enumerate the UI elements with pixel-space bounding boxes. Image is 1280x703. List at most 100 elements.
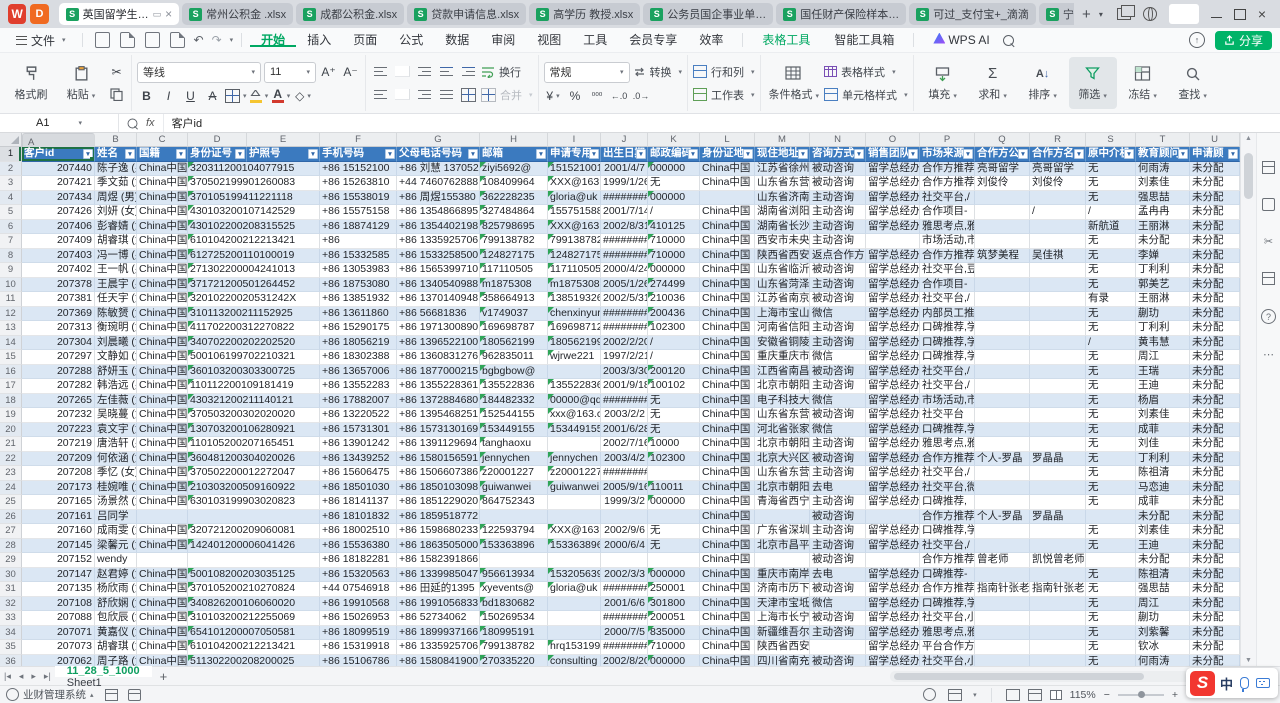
cell[interactable] [975, 640, 1030, 655]
cell[interactable]: 511302200208200025 [188, 655, 320, 667]
cell[interactable]: 四川省南充 [755, 655, 810, 667]
cell[interactable]: 000000 [648, 655, 700, 667]
cell[interactable]: 207304 [22, 336, 95, 351]
cell[interactable]: 主动咨询 [810, 495, 866, 510]
cell[interactable]: 孟冉冉 [1136, 205, 1190, 220]
cell[interactable]: 无 [648, 524, 700, 539]
bold-icon[interactable]: B [137, 88, 156, 105]
row-number[interactable]: 12 [0, 307, 22, 322]
cell[interactable]: +86 1598680233 [397, 524, 480, 539]
cell[interactable]: 无 [1086, 495, 1136, 510]
file-tab[interactable]: S成都公积金.xlsx [296, 3, 404, 25]
filter-button[interactable]: ▼ [385, 149, 395, 159]
clear-format-icon[interactable]: ◇▾ [294, 88, 313, 105]
cell[interactable]: +86 56681836 [397, 307, 480, 322]
cell[interactable] [1030, 481, 1086, 496]
cell[interactable] [975, 350, 1030, 365]
cell[interactable]: 留学总经办 [866, 365, 920, 380]
cell[interactable]: 207403 [22, 249, 95, 264]
borders-icon[interactable]: ▾ [225, 88, 247, 105]
cell[interactable]: 207232 [22, 408, 95, 423]
cell[interactable]: 市场活动,市 [920, 394, 975, 409]
cell[interactable]: 袁文宇 (女 [95, 423, 137, 438]
cell[interactable]: 430102200208315525 [188, 220, 320, 235]
cell[interactable]: +86 1582391866 [397, 553, 480, 568]
filter-button[interactable]: ▼ [235, 149, 245, 159]
filter-button[interactable]: ▼ [854, 149, 864, 159]
cell[interactable]: 主动咨询 [810, 278, 866, 293]
cell[interactable]: 2002/2/20 [601, 336, 648, 351]
cell[interactable] [975, 205, 1030, 220]
cell[interactable] [975, 321, 1030, 336]
cell[interactable]: China中国 [700, 365, 755, 380]
cell[interactable]: 重庆市南岸 [755, 568, 810, 583]
cell[interactable] [975, 394, 1030, 409]
cell[interactable]: 上海市长宁 [755, 611, 810, 626]
cell[interactable]: 社交平台,小 [920, 655, 975, 667]
cell[interactable] [866, 510, 920, 525]
cell[interactable]: 主动咨询 [810, 191, 866, 206]
row-number[interactable]: 34 [0, 626, 22, 641]
cell[interactable]: 山东省东营 [755, 466, 810, 481]
column-header-P[interactable]: P [920, 133, 975, 147]
cell[interactable] [1030, 191, 1086, 206]
cell[interactable]: 陈敏赟 (女 [95, 307, 137, 322]
cell[interactable]: 微信 [810, 597, 866, 612]
cell[interactable]: China中国 [700, 263, 755, 278]
cell[interactable]: 平台合作方 [920, 640, 975, 655]
cell[interactable]: 340702200202202520 [188, 336, 320, 351]
cell[interactable]: wjrwe221 [548, 350, 601, 365]
row-number[interactable]: 30 [0, 568, 22, 583]
cell[interactable]: 无 [1086, 191, 1136, 206]
cell[interactable]: 未分配 [1190, 249, 1240, 264]
menu-tab-插入[interactable]: 插入 [296, 33, 342, 47]
tab-smart-toolbox[interactable]: 智能工具箱 [823, 29, 905, 52]
paste-button[interactable]: 粘贴▾ [57, 57, 105, 109]
cell[interactable]: 274499 [648, 278, 700, 293]
cell[interactable]: 未分配 [1190, 582, 1240, 597]
cell[interactable]: 未分配 [1190, 640, 1240, 655]
cell[interactable]: China中国 [700, 408, 755, 423]
cell[interactable]: 文静如 (女 [95, 350, 137, 365]
cell[interactable]: 184482332 [480, 394, 548, 409]
cell[interactable]: 曾老师 [975, 553, 1030, 568]
cell[interactable]: 未分配 [1190, 408, 1240, 423]
header-cell[interactable]: 销售团队▼ [866, 147, 920, 162]
cell[interactable] [1030, 365, 1086, 380]
cell[interactable] [1030, 597, 1086, 612]
cell[interactable]: 200051 [648, 611, 700, 626]
cell[interactable] [548, 437, 601, 452]
cell[interactable]: China中国 [700, 307, 755, 322]
save-icon[interactable] [95, 32, 110, 48]
cell[interactable]: 济南市历下 [755, 582, 810, 597]
cell[interactable]: 刘素佳 [1136, 176, 1190, 191]
cell[interactable]: 留学总经办 [866, 611, 920, 626]
cell[interactable]: 杨眉 [1136, 394, 1190, 409]
cell[interactable]: 未分配 [1190, 611, 1240, 626]
cell[interactable]: 无 [1086, 626, 1136, 641]
currency-format-icon[interactable]: ¥▾ [544, 88, 563, 105]
cell[interactable]: 未分配 [1190, 568, 1240, 583]
cell[interactable]: 未分配 [1190, 524, 1240, 539]
cell[interactable]: China中国 [137, 365, 188, 380]
cell[interactable]: China中国 [700, 524, 755, 539]
cell[interactable]: 102300 [648, 321, 700, 336]
cell[interactable]: 32010220020531242X [188, 292, 320, 307]
cell[interactable]: 2001/6/6 [601, 597, 648, 612]
row-number[interactable]: 20 [0, 423, 22, 438]
cell[interactable]: China中国 [700, 205, 755, 220]
wps-ai-button[interactable]: WPS AI [922, 29, 1000, 52]
cell[interactable]: 207288 [22, 365, 95, 380]
cell[interactable]: 北京大兴区 [755, 452, 810, 467]
file-tab[interactable]: S常州公积金 .xlsx [182, 3, 293, 25]
cell[interactable]: 蒯玏 [1136, 611, 1190, 626]
cell[interactable]: 000000 [648, 162, 700, 177]
menu-tab-工具[interactable]: 工具 [572, 33, 618, 47]
cell[interactable]: 主动咨询 [810, 321, 866, 336]
column-header-R[interactable]: R [1030, 133, 1086, 147]
cell[interactable]: 320721200209060081 [188, 524, 320, 539]
row-number[interactable]: 33 [0, 611, 22, 626]
screen-share-icon[interactable]: ▭ [153, 9, 162, 20]
cell[interactable]: 835000 [648, 626, 700, 641]
cell[interactable]: +86 15538019 [320, 191, 397, 206]
